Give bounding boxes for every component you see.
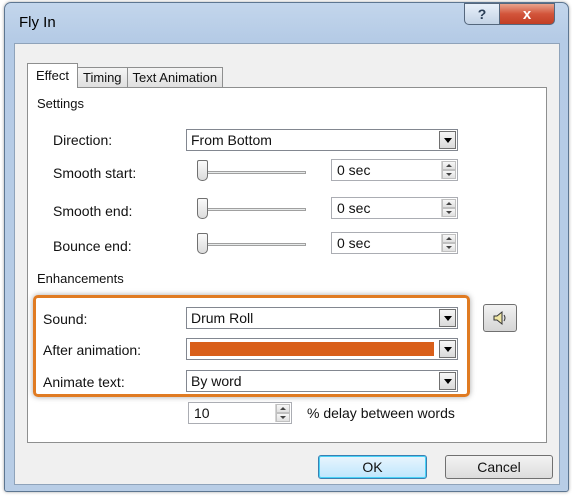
effect-panel: Settings Direction: From Bottom Smooth s… [27,87,547,443]
close-button[interactable]: x [499,3,555,25]
enhancements-group-label: Enhancements [37,271,128,286]
settings-divider [36,105,540,106]
title-bar[interactable]: Fly In ? x [5,3,568,43]
smooth-end-slider-thumb[interactable] [197,198,208,219]
ok-button[interactable]: OK [318,455,427,479]
smooth-start-value: 0 sec [337,162,371,178]
chevron-down-icon[interactable] [439,131,456,149]
smooth-start-label: Smooth start: [53,165,137,181]
spin-up-icon[interactable] [276,404,290,413]
spin-up-icon[interactable] [442,199,456,208]
delay-spinner[interactable]: 10 [188,402,292,424]
dialog-window: Fly In ? x Effect Timing Text Animation … [4,2,569,492]
bounce-end-spinner[interactable]: 0 sec [331,232,458,254]
dialog-body: Effect Timing Text Animation Settings Di… [14,43,560,485]
direction-dropdown[interactable]: From Bottom [186,129,458,151]
dialog-title: Fly In [19,14,56,31]
spin-up-icon[interactable] [442,234,456,243]
bounce-end-label: Bounce end: [53,238,132,254]
bounce-end-slider-thumb[interactable] [197,233,208,254]
tab-timing[interactable]: Timing [77,67,128,88]
smooth-end-spinner[interactable]: 0 sec [331,197,458,219]
spin-down-icon[interactable] [442,208,456,217]
smooth-start-slider-thumb[interactable] [197,160,208,181]
highlight-box [33,295,470,397]
spin-down-icon[interactable] [442,243,456,252]
close-icon: x [522,5,532,23]
bounce-end-slider[interactable] [200,243,306,246]
spin-down-icon[interactable] [276,413,290,422]
cancel-button[interactable]: Cancel [445,455,553,479]
smooth-start-slider[interactable] [200,171,306,174]
tab-text-animation[interactable]: Text Animation [126,67,224,88]
bounce-end-value: 0 sec [337,235,371,251]
direction-label: Direction: [53,132,113,148]
help-button[interactable]: ? [464,3,500,25]
direction-value: From Bottom [191,132,272,148]
tab-effect[interactable]: Effect [27,63,79,88]
spin-up-icon[interactable] [442,161,456,170]
smooth-end-value: 0 sec [337,200,371,216]
delay-suffix-label: % delay between words [307,405,455,421]
spin-down-icon[interactable] [442,170,456,179]
smooth-start-spinner[interactable]: 0 sec [331,159,458,181]
speaker-icon [493,310,506,326]
tab-strip: Effect Timing Text Animation [27,63,224,88]
settings-group-label: Settings [37,96,88,111]
delay-value: 10 [194,405,210,421]
smooth-end-slider[interactable] [200,208,306,211]
smooth-end-label: Smooth end: [53,203,133,219]
question-mark-icon: ? [477,6,487,22]
sound-preview-button[interactable] [483,304,517,332]
